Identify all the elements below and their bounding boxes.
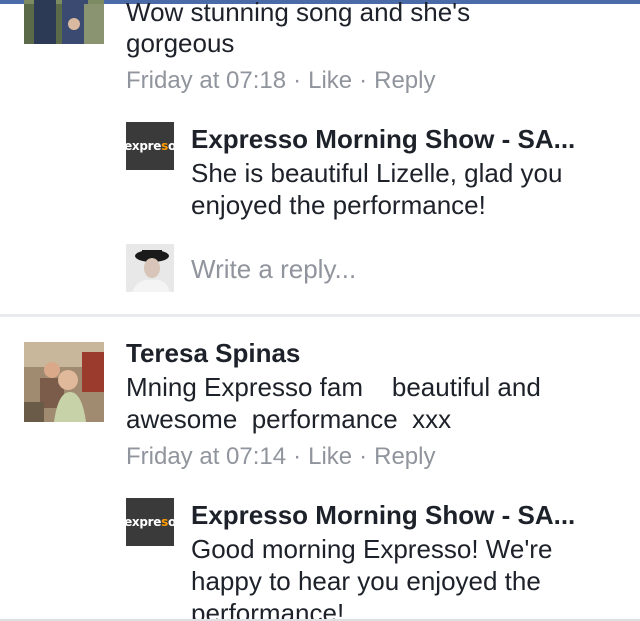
reply-author[interactable]: Expresso Morning Show - SA...: [191, 123, 575, 155]
commenter-photo: [24, 0, 104, 44]
comment-meta: Friday at 07:14 · Like · Reply: [126, 443, 435, 471]
reply-author[interactable]: Expresso Morning Show - SA...: [191, 499, 575, 531]
separator-dot: ·: [359, 443, 368, 470]
expresso-logo: expreso: [126, 139, 174, 153]
reply-text-line: She is beautiful Lizelle, glad you: [191, 158, 563, 188]
commenter-avatar[interactable]: [24, 0, 104, 44]
commenter-photo: [24, 342, 104, 422]
reply-text-line: happy to hear you enjoyed the: [191, 566, 541, 596]
reply-text-line: Good morning Expresso! We're: [191, 534, 553, 564]
like-button[interactable]: Like: [308, 443, 352, 470]
commenter-avatar[interactable]: [24, 342, 104, 422]
write-reply-input[interactable]: Write a reply...: [191, 253, 356, 285]
reply-button[interactable]: Reply: [374, 67, 435, 94]
comment-meta: Friday at 07:18 · Like · Reply: [126, 67, 435, 95]
comment-timestamp[interactable]: Friday at 07:14: [126, 443, 286, 470]
like-button[interactable]: Like: [308, 67, 352, 94]
user-photo: [126, 244, 174, 292]
separator-dot: ·: [359, 67, 368, 94]
comment-text-line: awesome performance xxx: [126, 404, 452, 434]
expresso-logo: expreso: [126, 515, 174, 529]
comment-timestamp[interactable]: Friday at 07:18: [126, 67, 286, 94]
comment-divider: [0, 314, 640, 317]
comment-author[interactable]: Teresa Spinas: [126, 337, 300, 369]
comment-text-line: Wow stunning song and she's: [126, 0, 471, 27]
expresso-avatar[interactable]: expreso: [126, 498, 174, 546]
current-user-avatar: [126, 244, 174, 292]
reply-button[interactable]: Reply: [374, 443, 435, 470]
comment-text-line: Mning Expresso fam beautiful and: [126, 372, 541, 402]
comment-text-line: gorgeous: [126, 28, 235, 58]
separator-dot: ·: [293, 67, 302, 94]
separator-dot: ·: [293, 443, 302, 470]
expresso-avatar[interactable]: expreso: [126, 122, 174, 170]
reply-text-line: performance!: [191, 598, 345, 621]
reply-text-line: enjoyed the performance!: [191, 190, 486, 220]
